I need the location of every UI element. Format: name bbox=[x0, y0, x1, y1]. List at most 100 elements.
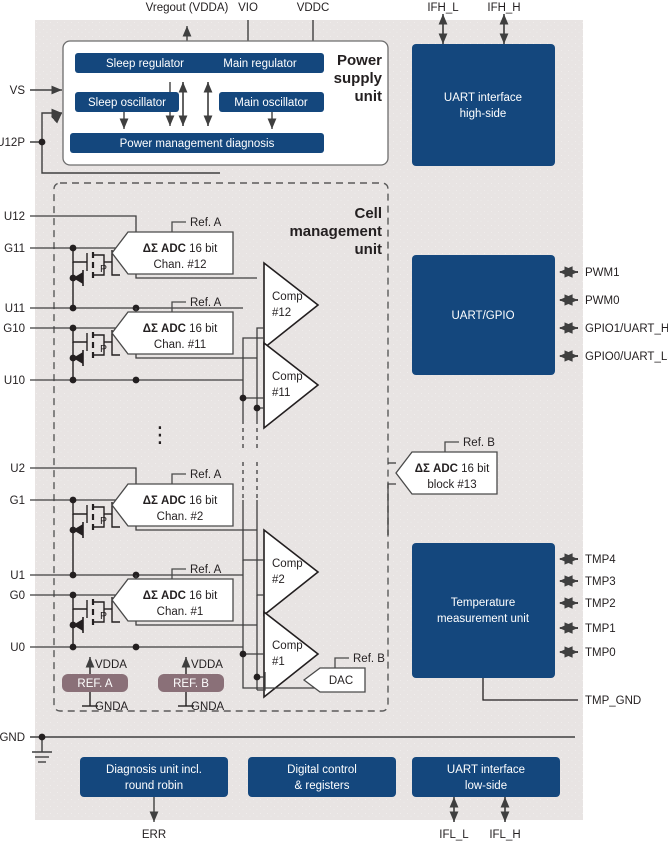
adc-2-line1: ΔΣ ADC 16 bit bbox=[143, 495, 218, 507]
pin-label-ifh-h: IFH_H bbox=[487, 2, 520, 14]
adc-13-ref-label: Ref. B bbox=[463, 437, 495, 449]
switch-label-0: P bbox=[100, 610, 107, 622]
pin-label-ifl-h: IFL_H bbox=[489, 829, 520, 841]
junction-g11 bbox=[69, 244, 77, 252]
block-temperature-unit bbox=[412, 543, 555, 678]
pin-label-ifh-l: IFH_L bbox=[427, 2, 459, 14]
junction-g10 bbox=[69, 324, 77, 332]
pin-label-u1: U1 bbox=[10, 570, 25, 582]
pin-label-gnd: GND bbox=[0, 732, 25, 744]
block-temperature-unit-line2: measurement unit bbox=[437, 613, 530, 625]
cell-management-unit-title-2: management bbox=[289, 223, 382, 240]
junction-sw0-mid bbox=[69, 621, 77, 629]
switch-label-11: P bbox=[100, 263, 107, 275]
junction-gnd bbox=[38, 733, 46, 741]
block-uart-high-side bbox=[412, 44, 555, 166]
pin-label-pwm1: PWM1 bbox=[585, 267, 620, 279]
adc-2-line2: Chan. #2 bbox=[157, 511, 204, 523]
pin-label-g11: G11 bbox=[4, 243, 25, 255]
adc-11-line2: Chan. #11 bbox=[154, 339, 206, 351]
comparator-2-line2: #2 bbox=[272, 574, 285, 586]
comparator-12-line1: Comp bbox=[272, 291, 303, 303]
ref-b-label: REF. B bbox=[173, 678, 209, 690]
adc-12-line1: ΔΣ ADC 16 bit bbox=[143, 243, 218, 255]
channel-ellipsis: ⋮ bbox=[149, 422, 171, 447]
ref-a-vdda-label: VDDA bbox=[95, 659, 127, 671]
junction-bus-a-1 bbox=[253, 673, 261, 681]
pin-label-u11: U11 bbox=[5, 303, 25, 315]
junction-bus-b-11 bbox=[239, 394, 247, 402]
pin-label-u12p: U12P bbox=[0, 137, 25, 149]
block-uart-gpio-line1: UART/GPIO bbox=[451, 310, 514, 322]
adc-12-line2: Chan. #12 bbox=[153, 259, 206, 271]
pin-label-tmp1: TMP1 bbox=[585, 623, 616, 635]
ref-b-vdda-label: VDDA bbox=[191, 659, 223, 671]
block-digital-control-line1: Digital control bbox=[287, 764, 357, 776]
pin-label-vs: VS bbox=[10, 85, 26, 97]
pin-label-vregout: Vregout (VDDA) bbox=[146, 2, 229, 14]
pin-label-u0: U0 bbox=[10, 642, 25, 654]
diagram-canvas: Vregout (VDDA) VIO VDDC IFH_L IFH_H Powe… bbox=[0, 0, 668, 841]
adc-2-ref-label: Ref. A bbox=[190, 469, 222, 481]
cell-management-unit-title-1: Cell bbox=[354, 205, 382, 222]
pin-label-vddc: VDDC bbox=[297, 2, 330, 14]
pin-label-ifl-l: IFL_L bbox=[439, 829, 469, 841]
switch-label-10: P bbox=[100, 343, 107, 355]
power-supply-unit-title-1: Power bbox=[337, 52, 382, 69]
block-uart-low-side-line1: UART interface bbox=[447, 764, 525, 776]
junction-sw11-mid bbox=[69, 274, 77, 282]
pin-label-g1: G1 bbox=[10, 495, 25, 507]
pin-label-gpio1-uart-hs: GPIO1/UART_HS bbox=[585, 323, 668, 335]
junction-u12p bbox=[38, 138, 46, 146]
block-sleep-oscillator-label: Sleep oscillator bbox=[88, 97, 166, 109]
pin-label-u2: U2 bbox=[10, 463, 25, 475]
block-diagnosis-unit-line2: round robin bbox=[125, 780, 183, 792]
block-sleep-regulator-label: Sleep regulator bbox=[106, 58, 184, 70]
junction-bus-b-1 bbox=[239, 650, 247, 658]
junction-sw1-mid bbox=[69, 526, 77, 534]
pin-label-tmp4: TMP4 bbox=[585, 554, 616, 566]
power-supply-unit-title-2: supply bbox=[334, 70, 383, 87]
block-diagnosis-unit-line1: Diagnosis unit incl. bbox=[106, 764, 202, 776]
pin-label-u10: U10 bbox=[4, 375, 25, 387]
adc-1-ref-label: Ref. A bbox=[190, 564, 222, 576]
comparator-11-line1: Comp bbox=[272, 371, 303, 383]
junction-sw10-mid bbox=[69, 354, 77, 362]
block-main-oscillator-label: Main oscillator bbox=[234, 97, 308, 109]
block-power-management-diagnosis-label: Power management diagnosis bbox=[120, 138, 275, 150]
block-uart-low-side-line2: low-side bbox=[465, 780, 507, 792]
block-temperature-unit-line1: Temperature bbox=[451, 597, 516, 609]
comparator-12-line2: #12 bbox=[272, 307, 291, 319]
junction-u10-adc bbox=[132, 376, 140, 384]
junction-g0 bbox=[69, 591, 77, 599]
pin-label-u12: U12 bbox=[4, 211, 25, 223]
adc-1-line2: Chan. #1 bbox=[157, 606, 204, 618]
junction-u0 bbox=[69, 643, 77, 651]
pin-label-tmp3: TMP3 bbox=[585, 576, 616, 588]
pin-label-tmp2: TMP2 bbox=[585, 598, 616, 610]
pin-label-err: ERR bbox=[142, 829, 166, 841]
junction-u1 bbox=[69, 571, 77, 579]
pin-label-g0: G0 bbox=[10, 590, 25, 602]
junction-bus-a-11 bbox=[253, 404, 261, 412]
junction-u10 bbox=[69, 376, 77, 384]
comparator-1-line2: #1 bbox=[272, 656, 285, 668]
comparator-1-line1: Comp bbox=[272, 640, 303, 652]
pin-label-tmp-gnd: TMP_GND bbox=[585, 695, 641, 707]
ref-a-gnda-label: GNDA bbox=[95, 701, 129, 713]
adc-11-line1: ΔΣ ADC 16 bit bbox=[143, 323, 218, 335]
pin-label-vio: VIO bbox=[238, 2, 258, 14]
cell-management-unit-title-3: unit bbox=[355, 241, 383, 258]
adc-11-ref-label: Ref. A bbox=[190, 297, 222, 309]
dac-ref-label: Ref. B bbox=[353, 653, 385, 665]
adc-1-line1: ΔΣ ADC 16 bit bbox=[143, 590, 218, 602]
block-diagram-root: Vregout (VDDA) VIO VDDC IFH_L IFH_H Powe… bbox=[0, 0, 668, 841]
dac-label: DAC bbox=[329, 675, 353, 687]
adc-13-line2: block #13 bbox=[427, 479, 476, 491]
pin-label-gpio0-uart-ls: GPIO0/UART_LS bbox=[585, 351, 668, 363]
switch-label-1: P bbox=[100, 515, 107, 527]
ref-a-label: REF. A bbox=[77, 678, 112, 690]
block-main-regulator-label: Main regulator bbox=[223, 58, 297, 70]
block-digital-control-line2: & registers bbox=[295, 780, 350, 792]
adc-12-ref-label: Ref. A bbox=[190, 217, 222, 229]
